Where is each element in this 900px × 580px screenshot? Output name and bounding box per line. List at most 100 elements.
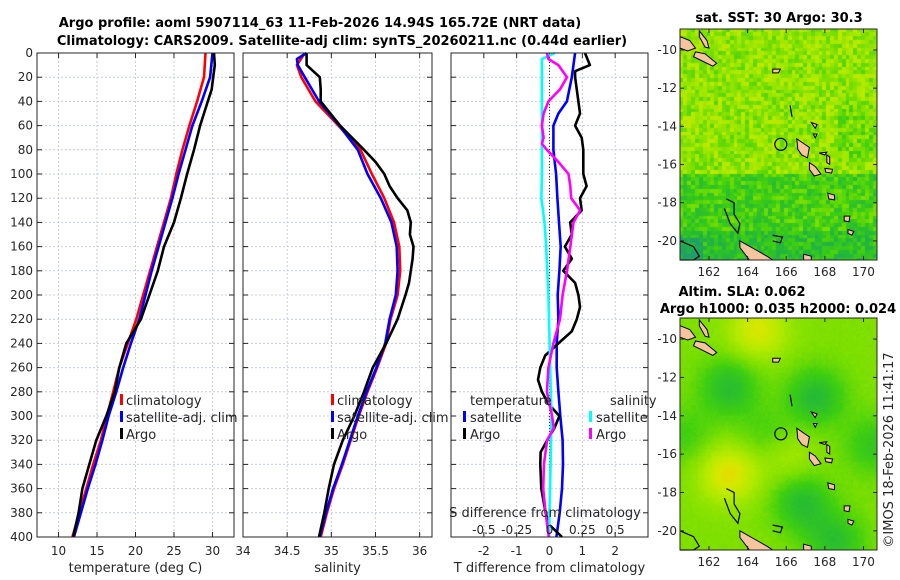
y-tick-label: 260 (10, 361, 33, 375)
legend-swatch (331, 411, 334, 422)
legend-swatch (589, 411, 592, 422)
legend-entry: Argo (337, 428, 367, 443)
land-island (827, 482, 835, 491)
map-panel-4 (679, 317, 878, 551)
profile-location-marker (774, 427, 788, 441)
y-tick-label: 120 (10, 191, 33, 205)
y-tick-label: 240 (10, 336, 33, 350)
land-island (692, 51, 718, 67)
x-tick-label: 34.5 (274, 544, 301, 558)
map-lon-label: 168 (813, 555, 836, 569)
x-tick-label: -1 (511, 544, 523, 558)
x-tick-label: 2 (611, 544, 619, 558)
y-tick-label: 220 (10, 312, 33, 326)
map-lat-label: -10 (657, 332, 677, 346)
map-lat-label: -20 (657, 234, 677, 248)
reef-outline (679, 240, 701, 261)
legend-entry-temperature: satellite (470, 411, 522, 426)
land-island (826, 443, 831, 456)
y-tick-label: 160 (10, 240, 33, 254)
land-island (698, 318, 710, 338)
land-island (812, 423, 818, 429)
legend-entry: satellite-adj. clim (337, 411, 449, 426)
land-island (812, 133, 818, 139)
land-island (824, 167, 834, 174)
map-lon-label: 166 (775, 555, 798, 569)
figure-title-line2: Climatology: CARS2009. Satellite-adj cli… (57, 34, 627, 49)
x-tick-label: 35 (324, 544, 339, 558)
land-island (843, 505, 851, 513)
land-island (810, 411, 818, 419)
legend-swatch (463, 428, 466, 439)
land-island (847, 228, 855, 236)
map-lat-label: -14 (657, 409, 677, 423)
map-lon-label: 170 (852, 265, 875, 279)
map-lat-label: -12 (657, 370, 677, 384)
y-tick-label: 60 (18, 119, 33, 133)
land-island (692, 340, 718, 356)
legend-entry-salinity: Argo (596, 428, 626, 443)
legend-swatch (120, 411, 123, 422)
legend-swatch (120, 394, 123, 405)
land-island (847, 518, 855, 526)
legend-entry: satellite-adj. clim (126, 411, 238, 426)
y-tick-label: 0 (25, 46, 33, 60)
map-lat-label: -16 (657, 447, 677, 461)
y-tick-label: 340 (10, 457, 33, 471)
map-lat-label: -18 (657, 196, 677, 210)
x-tick-label: 36 (412, 544, 427, 558)
land-island (772, 357, 782, 363)
y-tick-label: 380 (10, 506, 33, 520)
land-island (739, 240, 775, 261)
land-island (826, 154, 831, 166)
land-island (796, 137, 810, 159)
y-tick-label: 100 (10, 167, 33, 181)
y-tick-label: 400 (10, 530, 33, 544)
land-island (818, 151, 828, 156)
reef-outline (772, 234, 784, 244)
x-tick-label: -2 (478, 544, 490, 558)
profile-location-marker (774, 137, 788, 151)
y-tick-label: 280 (10, 385, 33, 399)
imos-timestamp: ©IMOS 18-Feb-2026 11:41:17 (882, 352, 897, 547)
y-tick-label: 140 (10, 215, 33, 229)
land-island (772, 68, 782, 74)
x-tick-label: 34 (235, 544, 250, 558)
secondary-x-axis-label: S difference from climatology (449, 506, 641, 521)
reef-outline (789, 105, 793, 117)
map-lon-label: 168 (813, 265, 836, 279)
secondary-x-tick-label: 0 (546, 523, 554, 537)
legend-entry-salinity: satellite (596, 411, 648, 426)
land-island (827, 192, 835, 201)
y-tick-label: 40 (18, 94, 33, 108)
reef-outline (772, 524, 784, 534)
secondary-x-tick-label: 0.25 (569, 523, 596, 537)
legend-entry: climatology (126, 394, 202, 409)
map-lon-label: 164 (736, 265, 759, 279)
x-tick-label: 25 (166, 544, 181, 558)
land-island (810, 121, 818, 130)
legend-entry: climatology (337, 394, 413, 409)
map-lat-label: -20 (657, 524, 677, 538)
map-lat-label: -14 (657, 119, 677, 133)
land-island (818, 441, 828, 446)
legend-swatch (120, 428, 123, 439)
x-tick-label: 35.5 (362, 544, 389, 558)
land-island (803, 543, 812, 551)
x-tick-label: 10 (51, 544, 66, 558)
x-tick-label: 15 (89, 544, 104, 558)
legend-swatch (589, 428, 592, 439)
profile-panel-0 (36, 52, 235, 538)
figure-svg: Argo profile: aoml 5907114_63 11-Feb-202… (10, 11, 897, 576)
land-island (843, 215, 851, 223)
legend-heading-salinity: salinity (610, 394, 657, 409)
reef-outline (679, 530, 701, 551)
x-axis-label: salinity (314, 561, 361, 576)
y-tick-label: 320 (10, 433, 33, 447)
map-lat-label: -18 (657, 485, 677, 499)
argo-profile-figure: Argo profile: aoml 5907114_63 11-Feb-202… (0, 0, 900, 580)
x-tick-label: 0 (546, 544, 554, 558)
map-lat-label: -12 (657, 81, 677, 95)
map-lon-label: 170 (852, 555, 875, 569)
map-panel-3 (679, 28, 878, 261)
